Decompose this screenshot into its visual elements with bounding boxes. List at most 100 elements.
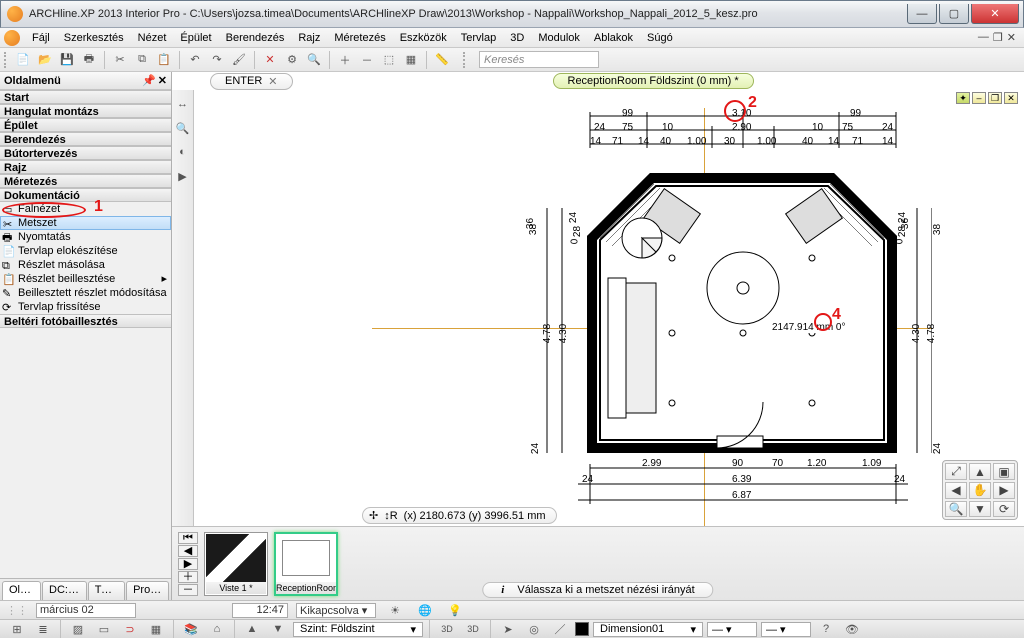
doc-wallview[interactable]: ▭Falnézet: [0, 202, 171, 216]
canvas-close-icon[interactable]: ✕: [1004, 92, 1018, 104]
level-up-icon[interactable]: ▲: [241, 621, 263, 637]
line-tool-icon[interactable]: ／: [549, 621, 571, 637]
3d-icon[interactable]: 3D: [436, 621, 458, 637]
cut-icon[interactable]: ✂: [111, 51, 129, 69]
doc-print[interactable]: 🖶Nyomtatás: [0, 230, 171, 244]
arrow-tool-icon[interactable]: ➤: [497, 621, 519, 637]
doc-copydetail[interactable]: ⧉Részlet másolása: [0, 258, 171, 272]
grid-toggle-icon[interactable]: ▦: [145, 621, 167, 637]
play-icon[interactable]: ▶: [175, 168, 191, 184]
settings-icon[interactable]: ⚙: [283, 51, 301, 69]
nav-zoomin-icon[interactable]: 🔍: [945, 501, 967, 518]
cat-documentation[interactable]: Dokumentáció: [0, 188, 171, 202]
menu-furnish[interactable]: Berendezés: [220, 30, 291, 46]
tab-receptionroom[interactable]: ReceptionRoom Földszint (0 mm) *: [553, 73, 754, 89]
orbit-icon[interactable]: ◐: [175, 144, 191, 160]
menu-help[interactable]: Súgó: [641, 30, 679, 46]
tab-projek[interactable]: Projek...: [126, 581, 169, 600]
doc-refreshsheet[interactable]: ⟳Tervlap frissítése: [0, 300, 171, 314]
cat-montage[interactable]: Hangulat montázs: [0, 104, 171, 118]
tab-dcob[interactable]: DC:Ob...: [42, 581, 87, 600]
drawing-canvas[interactable]: ✦ – ❐ ✕ ↔ 🔍 ◐ ▶: [172, 90, 1024, 526]
close-button[interactable]: ✕: [971, 4, 1019, 24]
measure-icon[interactable]: 📏: [433, 51, 451, 69]
new-icon[interactable]: 📄: [14, 51, 32, 69]
level-combo[interactable]: Szint: Földszint▾: [293, 622, 423, 637]
tab-oldal[interactable]: Oldal...: [2, 581, 41, 600]
nav-right-icon[interactable]: ▶: [993, 482, 1015, 499]
menu-modules[interactable]: Modulok: [532, 30, 586, 46]
menu-building[interactable]: Épület: [174, 30, 217, 46]
help-icon[interactable]: ?: [815, 621, 837, 637]
mdi-close[interactable]: ✕: [1007, 31, 1016, 44]
panel-close-icon[interactable]: ✕: [158, 74, 167, 87]
menu-dimension[interactable]: Méretezés: [328, 30, 391, 46]
nav-refresh-icon[interactable]: ⟳: [993, 501, 1015, 518]
undo-icon[interactable]: ↶: [186, 51, 204, 69]
brush-icon[interactable]: 🖌: [230, 51, 248, 69]
mode-combo[interactable]: Kikapcsolva ▾: [296, 603, 376, 618]
texture-icon[interactable]: ▨: [67, 621, 89, 637]
cat-furniture[interactable]: Bútortervezés: [0, 146, 171, 160]
zoom-out-icon[interactable]: －: [358, 51, 376, 69]
print-icon[interactable]: 🖶: [80, 51, 98, 69]
menu-view[interactable]: Nézet: [132, 30, 173, 46]
tab-close-icon[interactable]: ✕: [268, 75, 277, 88]
canvas-min-icon[interactable]: –: [972, 92, 986, 104]
cat-furnish[interactable]: Berendezés: [0, 132, 171, 146]
thumb-zoomout-icon[interactable]: －: [178, 584, 198, 596]
level-down-icon[interactable]: ▼: [267, 621, 289, 637]
menu-3d[interactable]: 3D: [504, 30, 530, 46]
sun-icon[interactable]: ☀: [384, 602, 406, 618]
linetype-combo[interactable]: — ▾: [761, 622, 811, 637]
mdi-restore[interactable]: ❐: [993, 31, 1003, 44]
nav-up-icon[interactable]: ▲: [969, 463, 991, 480]
save-icon[interactable]: 💾: [58, 51, 76, 69]
pin-icon[interactable]: 📌: [142, 74, 156, 87]
thumb-receptionroom[interactable]: ReceptionRoom F: [274, 532, 338, 596]
doc-modifydetail[interactable]: ✎Beillesztett részlet módosítása: [0, 286, 171, 300]
layer-icon[interactable]: ≣: [32, 621, 54, 637]
canvas-pin-icon[interactable]: ✦: [956, 92, 970, 104]
doc-pastedetail[interactable]: 📋Részlet beillesztése▸: [0, 272, 171, 286]
menu-edit[interactable]: Szerkesztés: [58, 30, 130, 46]
app-menu-icon[interactable]: [4, 30, 20, 46]
magnet-icon[interactable]: ⊃: [119, 621, 141, 637]
time-field[interactable]: 12:47: [232, 603, 288, 618]
doc-sheetprep[interactable]: 📄Tervlap elokészítése: [0, 244, 171, 258]
nav-pan-icon[interactable]: ✋: [969, 482, 991, 499]
thumb-viste1[interactable]: Viste 1 *: [204, 532, 268, 596]
mdi-minimize[interactable]: —: [978, 31, 989, 44]
copy-icon[interactable]: ⧉: [133, 51, 151, 69]
3d-view-icon[interactable]: 3D: [462, 621, 484, 637]
cat-start[interactable]: Start: [0, 90, 171, 104]
thumb-next-icon[interactable]: ▶: [178, 558, 198, 570]
zoom-in-icon[interactable]: ＋: [336, 51, 354, 69]
open-icon[interactable]: 📂: [36, 51, 54, 69]
nav-fit-icon[interactable]: ▣: [993, 463, 1015, 480]
props-icon[interactable]: ⊞: [6, 621, 28, 637]
tab-tulaj[interactable]: Tulaj...: [88, 581, 125, 600]
nav-down-icon[interactable]: ▼: [969, 501, 991, 518]
grid-icon[interactable]: ▦: [402, 51, 420, 69]
fit-icon[interactable]: ⬚: [380, 51, 398, 69]
pan-up-icon[interactable]: ↔: [175, 96, 191, 112]
minimize-button[interactable]: —: [907, 4, 937, 24]
search-input[interactable]: Keresés: [479, 51, 599, 68]
wall-icon[interactable]: ▭: [93, 621, 115, 637]
find-icon[interactable]: 🔍: [305, 51, 323, 69]
zoom-icon[interactable]: 🔍: [175, 120, 191, 136]
date-field[interactable]: március 02: [36, 603, 136, 618]
cat-photoinsert[interactable]: Beltéri fotóbaillesztés: [0, 314, 171, 328]
thumb-prev-icon[interactable]: ◀: [178, 545, 198, 557]
bulb-icon[interactable]: 💡: [444, 602, 466, 618]
menu-tools[interactable]: Eszközök: [394, 30, 453, 46]
menu-file[interactable]: Fájl: [26, 30, 56, 46]
cat-building[interactable]: Épület: [0, 118, 171, 132]
thumb-zoomin-icon[interactable]: ＋: [178, 571, 198, 583]
toolbar-grip[interactable]: [4, 52, 10, 68]
canvas-restore-icon[interactable]: ❐: [988, 92, 1002, 104]
librar-icon[interactable]: 📚: [180, 621, 202, 637]
doc-section[interactable]: ✂Metszet: [0, 216, 171, 230]
eye-icon[interactable]: 👁: [841, 621, 863, 637]
